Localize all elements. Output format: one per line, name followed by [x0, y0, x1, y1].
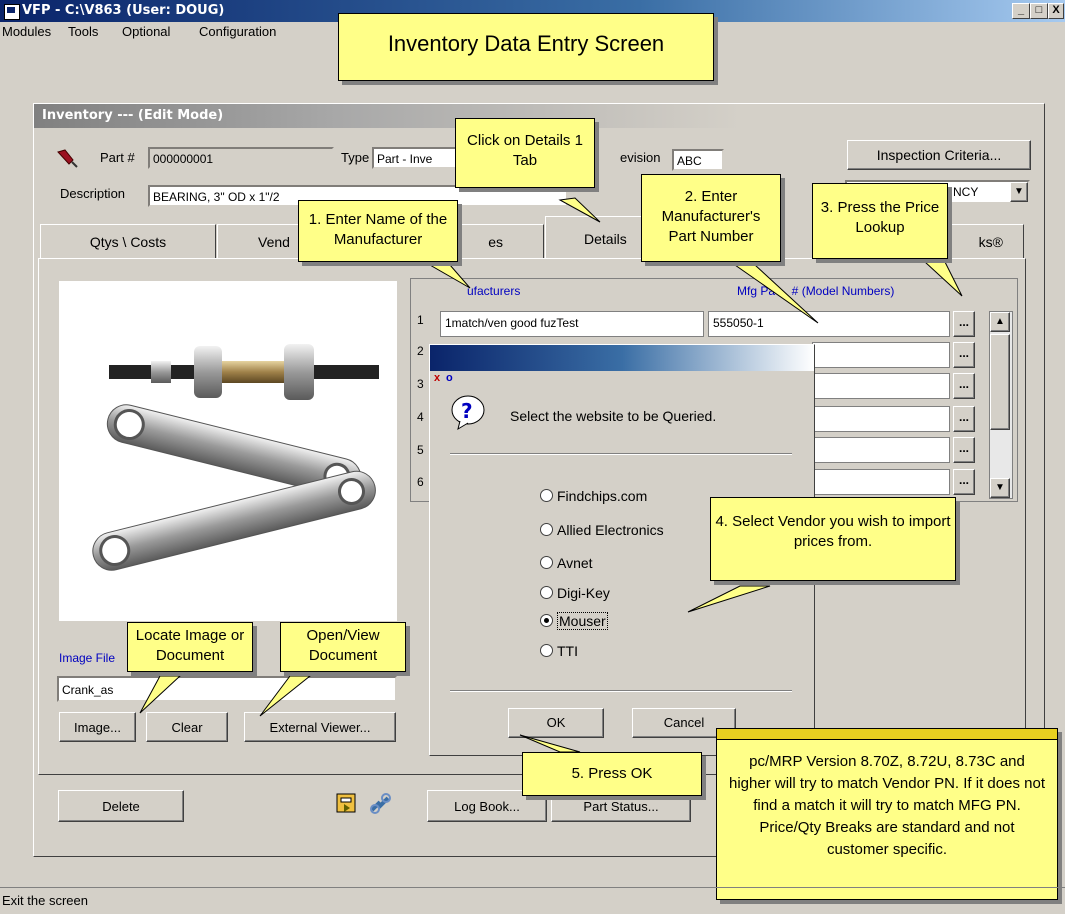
callout-press-ok: 5. Press OK [522, 752, 702, 796]
callout-main-title: Inventory Data Entry Screen [338, 13, 714, 81]
status-bar: Exit the screen [0, 887, 1065, 914]
callout-price-lookup: 3. Press the Price Lookup [812, 183, 948, 259]
callout-enter-manufacturer: 1. Enter Name of the Manufacturer [298, 200, 458, 262]
note-header-bar [717, 729, 1057, 740]
callout-select-vendor: 4. Select Vendor you wish to import pric… [710, 497, 956, 581]
status-text: Exit the screen [2, 893, 88, 908]
callout-enter-part-number: 2. Enter Manufacturer's Part Number [641, 174, 781, 262]
callout-open-view: Open/View Document [280, 622, 406, 672]
callout-click-details: Click on Details 1 Tab [455, 118, 595, 188]
callout-locate-image: Locate Image or Document [127, 622, 253, 672]
version-note-text: pc/MRP Version 8.70Z, 8.72U, 8.73C and h… [729, 753, 1045, 858]
callout-version-note: pc/MRP Version 8.70Z, 8.72U, 8.73C and h… [716, 728, 1058, 900]
